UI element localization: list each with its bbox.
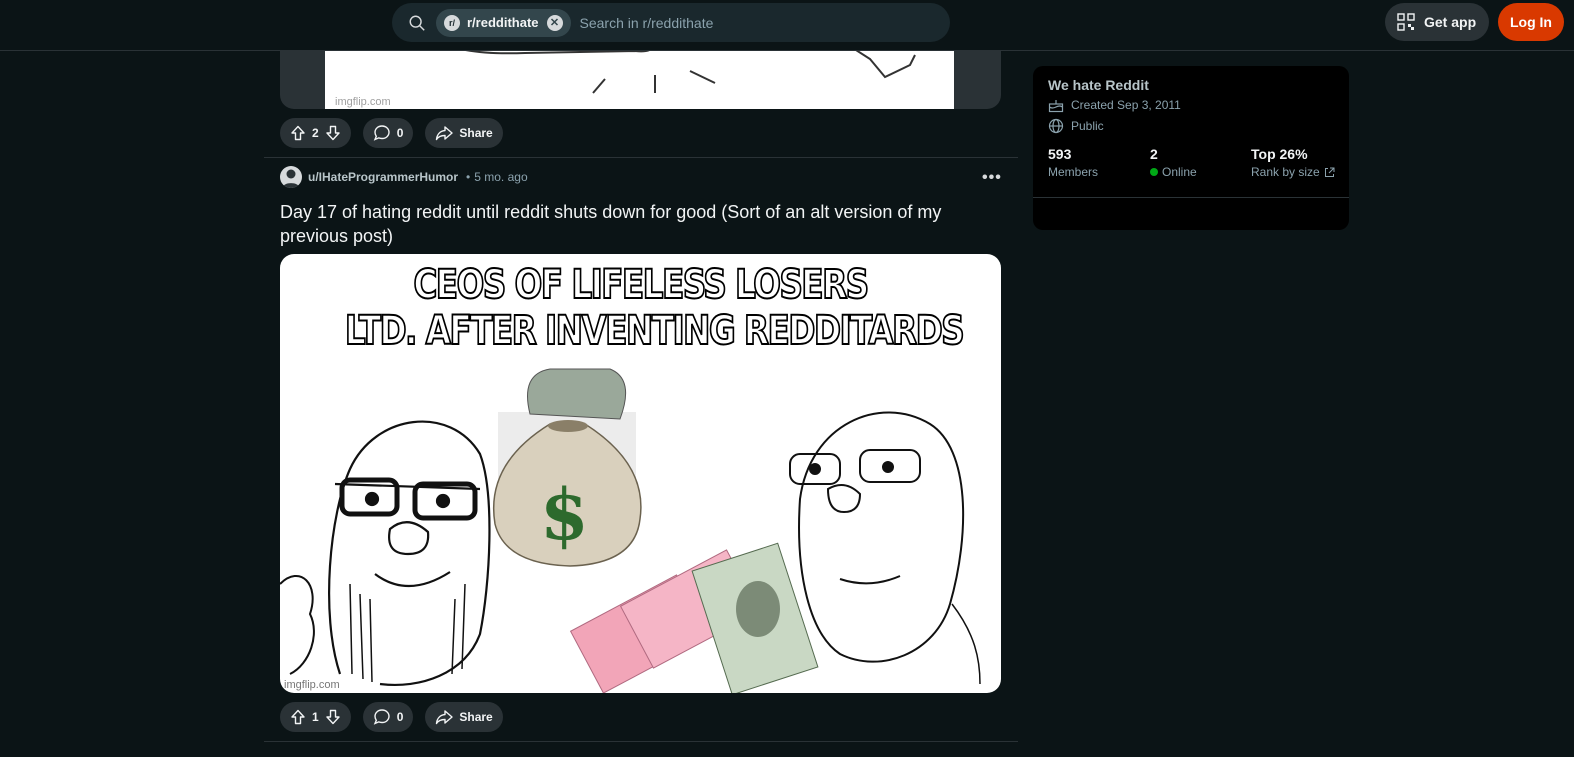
post-author-row: u/IHateProgrammerHumor • 5 mo. ago (280, 166, 528, 188)
share-button[interactable]: Share (425, 118, 503, 148)
members-count: 593 (1048, 146, 1072, 162)
watermark: imgflip.com (335, 96, 391, 108)
comment-count: 0 (396, 126, 404, 140)
share-label: Share (459, 710, 493, 724)
vote-control: 2 (280, 118, 351, 148)
get-app-label: Get app (1424, 14, 1477, 30)
comment-count: 0 (396, 710, 404, 724)
online-label-row: Online (1150, 165, 1197, 179)
comments-button[interactable]: 0 (362, 702, 414, 732)
rank-value: Top 26% (1251, 146, 1308, 162)
rank-label: Rank by size (1251, 165, 1320, 179)
clear-chip-icon[interactable]: ✕ (546, 14, 563, 31)
downvote-icon[interactable] (325, 125, 341, 141)
rank-stat[interactable]: Top 26% Rank by size (1251, 146, 1335, 179)
search-icon (409, 15, 425, 31)
sidebar-divider (1033, 197, 1349, 198)
dollar-bills-image (569, 542, 819, 693)
right-soyjak-face (789, 411, 981, 685)
score: 1 (312, 710, 319, 724)
subreddit-logo-icon: r/ (444, 14, 460, 31)
more-options-icon[interactable]: ••• (982, 169, 1002, 187)
top-bar: r/ r/reddithate ✕ Get app Log In (0, 0, 1574, 51)
rank-label-row: Rank by size (1251, 165, 1335, 179)
subreddit-filter-chip[interactable]: r/ r/reddithate ✕ (436, 8, 571, 37)
share-icon (436, 126, 454, 141)
author-link[interactable]: u/IHateProgrammerHumor (308, 170, 458, 184)
created-row: Created Sep 3, 2011 (1048, 97, 1181, 113)
online-count: 2 (1150, 146, 1158, 162)
online-label: Online (1162, 165, 1197, 179)
sketch-drawing: imgflip.com (335, 51, 916, 108)
online-indicator-icon (1150, 168, 1158, 176)
post-actions: 1 0 Share (280, 702, 503, 732)
qr-code-icon (1397, 13, 1415, 31)
watermark: imgflip.com (284, 679, 340, 691)
subreddit-chip-label: r/reddithate (467, 15, 539, 30)
search-bar[interactable]: r/ r/reddithate ✕ (392, 3, 950, 42)
svg-text:$: $ (540, 473, 589, 556)
money-bag-image: $ (493, 368, 642, 567)
members-label: Members (1048, 165, 1099, 179)
login-button[interactable]: Log In (1498, 3, 1564, 41)
post-divider (264, 741, 1018, 742)
avatar[interactable] (280, 166, 302, 188)
community-info-card: We hate Reddit Created Sep 3, 2011 Publi… (1033, 66, 1349, 230)
community-title: We hate Reddit (1048, 77, 1149, 93)
created-date: Created Sep 3, 2011 (1071, 98, 1181, 112)
post-age: 5 mo. ago (474, 170, 528, 184)
post-image[interactable]: CEOS OF LIFELESS LOSERS LTD. AFTER INVEN… (280, 254, 1001, 693)
vote-control: 1 (280, 702, 351, 732)
comment-icon (373, 709, 390, 725)
previous-post-actions: 2 0 Share (280, 118, 503, 148)
visibility-row: Public (1048, 118, 1104, 134)
upvote-icon[interactable] (290, 125, 306, 141)
globe-icon (1048, 118, 1064, 134)
comment-icon (373, 125, 390, 141)
external-link-icon[interactable] (1324, 167, 1335, 178)
score: 2 (312, 126, 319, 140)
upvote-icon[interactable] (290, 709, 306, 725)
post-title[interactable]: Day 17 of hating reddit until reddit shu… (280, 200, 1000, 248)
comments-button[interactable]: 0 (362, 118, 414, 148)
meta-separator: • (466, 170, 471, 184)
search-input[interactable] (579, 14, 940, 31)
cake-icon (1048, 100, 1064, 113)
visibility-label: Public (1071, 119, 1104, 133)
downvote-icon[interactable] (325, 709, 341, 725)
online-stat: 2 Online (1150, 146, 1197, 179)
left-soyjak-face (280, 420, 491, 686)
user-avatar-icon (282, 169, 300, 188)
meme-drawing: $ imgflip.com (280, 368, 981, 693)
share-label: Share (459, 126, 493, 140)
post-feed: imgflip.com 2 0 Share u/IHateProgrammerH… (264, 51, 1018, 757)
previous-post-image[interactable]: imgflip.com (280, 51, 1001, 109)
share-icon (436, 710, 454, 725)
post-divider (264, 157, 1018, 158)
members-stat: 593 Members (1048, 146, 1098, 179)
get-app-button[interactable]: Get app (1385, 3, 1489, 41)
previous-meme-image: imgflip.com (325, 51, 954, 109)
share-button[interactable]: Share (425, 702, 503, 732)
